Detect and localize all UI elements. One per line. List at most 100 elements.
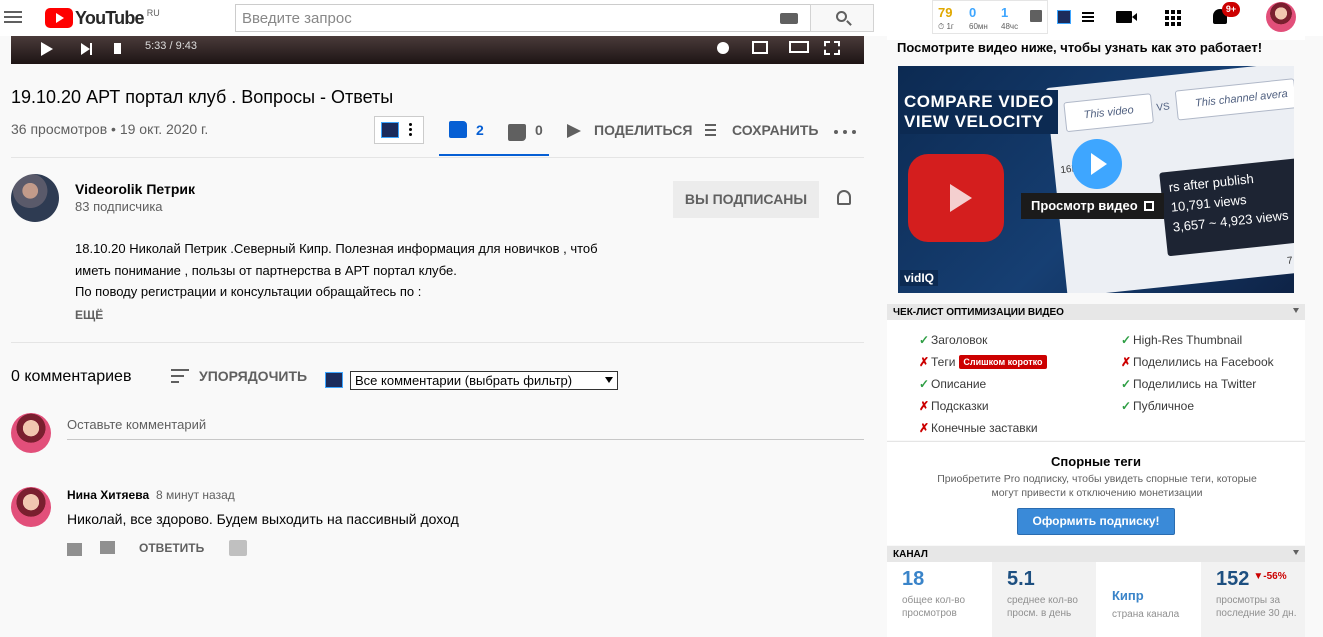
search-input[interactable]: [236, 5, 756, 31]
comment-author[interactable]: Нина Хитяева: [67, 488, 149, 502]
checklist-item-label: Публичное: [1133, 399, 1195, 413]
theater-mode-icon[interactable]: [789, 41, 809, 53]
cross-icon: ✗: [919, 399, 930, 413]
search-button[interactable]: [810, 4, 874, 32]
promo-video-thumbnail[interactable]: This video VS This channel avera 16K 7 r…: [898, 66, 1294, 293]
account-avatar[interactable]: [1266, 2, 1296, 32]
chevron-down-icon: [605, 377, 613, 383]
comment-input[interactable]: Оставьте комментарий: [67, 417, 206, 432]
sort-button[interactable]: УПОРЯДОЧИТЬ: [199, 368, 307, 384]
thumb-tag: rs after publish 10,791 views 3,657 ~ 4,…: [1159, 157, 1294, 257]
video-player-controls[interactable]: 5:33 / 9:43: [11, 36, 864, 64]
watch-video-label: Просмотр видео: [1031, 198, 1138, 213]
comment-time[interactable]: 8 минут назад: [156, 488, 235, 502]
stat-avg-views: 5.1 среднее кол-во просм. в день: [992, 562, 1096, 637]
vidiq-logo-icon: [381, 122, 399, 138]
checklist-item-label: Подсказки: [931, 399, 989, 413]
checklist-item: ✓ Описание: [919, 377, 986, 391]
play-circle-icon[interactable]: [1072, 139, 1122, 189]
vidiq-stat-60m-label: 60мн: [969, 22, 988, 31]
divider: [11, 157, 864, 158]
controversial-tags-panel: Спорные теги Приобретите Pro подписку, ч…: [887, 441, 1305, 545]
miniplayer-icon[interactable]: [752, 41, 768, 54]
vidiq-button[interactable]: [374, 116, 424, 144]
logo-region: RU: [146, 8, 160, 18]
comment-like-icon[interactable]: [67, 543, 82, 556]
description-line: 18.10.20 Николай Петрик .Северный Кипр. …: [75, 241, 598, 256]
warning-badge: Слишком коротко: [959, 355, 1047, 369]
checklist-item-label: Конечные заставки: [931, 421, 1038, 435]
checklist-item: ✗ Поделились на Facebook: [1121, 355, 1274, 369]
checklist-item: ✗ Подсказки: [919, 399, 989, 413]
vidiq-menu-icon[interactable]: [1082, 12, 1094, 24]
sort-icon[interactable]: [171, 369, 189, 387]
fullscreen-icon[interactable]: [824, 41, 840, 55]
youtube-logo[interactable]: YouTube RU: [45, 8, 160, 28]
player-time: 5:33 / 9:43: [145, 40, 197, 52]
like-icon[interactable]: [449, 121, 467, 138]
checklist-item: ✓ High-Res Thumbnail: [1121, 333, 1242, 347]
vidiq-comment-icon[interactable]: [229, 540, 247, 556]
checklist-item: ✓ Публичное: [1121, 399, 1194, 413]
dislike-count[interactable]: 0: [535, 122, 543, 138]
stat-value: 18: [902, 568, 925, 590]
stat-value: Кипр: [1112, 588, 1144, 603]
save-button[interactable]: СОХРАНИТЬ: [732, 122, 818, 138]
apps-icon[interactable]: [1165, 10, 1181, 26]
channel-panel-header[interactable]: КАНАЛ: [887, 546, 1305, 562]
description-line: По поводу регистрации и консультации обр…: [75, 284, 422, 299]
subscribed-button[interactable]: ВЫ ПОДПИСАНЫ: [673, 181, 819, 218]
channel-stats: 18 общее кол-во просмотров 5.1 среднее к…: [887, 562, 1305, 637]
like-ratio-bar: [439, 154, 549, 156]
checklist-header[interactable]: ЧЕК-ЛИСТ ОПТИМИЗАЦИИ ВИДЕО: [887, 304, 1305, 320]
comment-author-avatar[interactable]: [11, 487, 51, 527]
play-icon[interactable]: [41, 42, 53, 56]
next-icon[interactable]: [81, 43, 92, 55]
chart-icon[interactable]: [1030, 10, 1042, 22]
settings-gear-icon[interactable]: [717, 42, 729, 54]
vidiq-stat-1h-label: ⏱ 1г: [938, 22, 954, 31]
checklist-item: ✓ Поделились на Twitter: [1121, 377, 1256, 391]
video-description: 18.10.20 Николай Петрик .Северный Кипр. …: [75, 238, 598, 303]
check-icon: ✓: [919, 377, 930, 391]
checklist-item-label: Поделились на Twitter: [1133, 377, 1257, 391]
divider: [11, 342, 864, 343]
playlist-add-icon[interactable]: [705, 124, 721, 138]
keyboard-icon[interactable]: [780, 13, 798, 24]
channel-bell-icon[interactable]: [837, 190, 851, 205]
comment-input-underline: [67, 439, 864, 440]
video-title: 19.10.20 АРТ портал клуб . Вопросы - Отв…: [11, 87, 394, 107]
stat-label: страна канала: [1112, 609, 1180, 620]
external-link-icon: [1143, 201, 1154, 211]
more-actions-icon[interactable]: [834, 130, 856, 134]
checklist-item-label: Поделились на Facebook: [1133, 355, 1274, 369]
thumb-axis-label: 7: [1286, 255, 1294, 267]
comment-dislike-icon[interactable]: [100, 541, 115, 554]
like-count[interactable]: 2: [476, 122, 484, 138]
channel-avatar[interactable]: [11, 174, 59, 222]
reply-button[interactable]: ОТВЕТИТЬ: [139, 541, 204, 555]
vidiq-stat-1h: 79: [938, 5, 953, 20]
share-button[interactable]: ПОДЕЛИТЬСЯ: [594, 122, 692, 138]
thumb-chip: This channel avera: [1174, 78, 1294, 121]
menu-icon[interactable]: [4, 8, 24, 26]
checklist-item-label: Теги: [931, 355, 956, 369]
share-icon[interactable]: [567, 124, 581, 138]
vidiq-logo-icon[interactable]: [1057, 10, 1071, 24]
show-more-link[interactable]: ЕЩЁ: [75, 308, 103, 322]
check-icon: ✓: [1121, 377, 1132, 391]
watch-video-button[interactable]: Просмотр видео: [1021, 193, 1164, 219]
channel-name[interactable]: Videorolik Петрик: [75, 181, 195, 197]
comments-count: 0 комментариев: [11, 368, 132, 385]
optimization-checklist: ✓ Заголовок ✗ Теги Слишком коротко ✓ Описание ✗…: [887, 320, 1305, 440]
comments-filter-select[interactable]: Все комментарии (выбрать фильтр): [350, 371, 618, 390]
checklist-item-label: High-Res Thumbnail: [1133, 333, 1243, 347]
checklist-item: ✗ Теги Слишком коротко: [919, 355, 1047, 369]
subscribe-pro-button[interactable]: Оформить подписку!: [1017, 508, 1175, 535]
thumb-headline: COMPARE VIDEO VIEW VELOCITY: [900, 90, 1058, 134]
checklist-item: ✗ Конечные заставки: [919, 421, 1038, 435]
dislike-icon[interactable]: [508, 124, 526, 141]
vidiq-stat-48h-label: 48чс: [1001, 22, 1019, 31]
create-video-icon[interactable]: [1116, 11, 1137, 23]
volume-icon[interactable]: [114, 43, 121, 54]
